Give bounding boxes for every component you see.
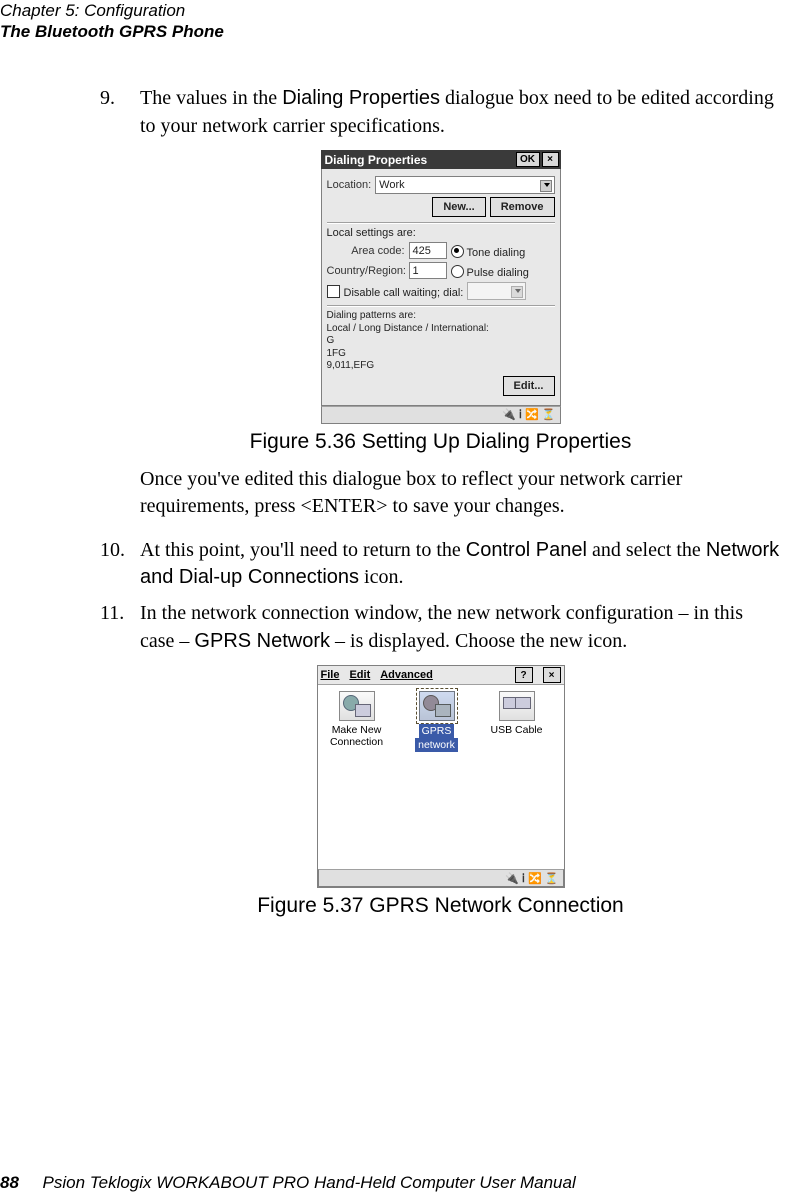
close-button[interactable]: × — [543, 667, 561, 683]
step-11-number: 11. — [100, 600, 140, 655]
page-number: 88 — [0, 1173, 19, 1192]
radio-unchecked-icon — [451, 265, 464, 278]
taskbar-536: 🔌 ⅰ 🔀 ⏳ — [321, 406, 561, 424]
content-area: 9. The values in the Dialing Properties … — [100, 85, 781, 930]
step-9-t1: The values in the — [140, 87, 282, 109]
page-footer: 88 Psion Teklogix WORKABOUT PRO Hand-Hel… — [0, 1173, 576, 1193]
remove-button[interactable]: Remove — [490, 197, 555, 217]
make-new-connection-label-1: Make New — [324, 724, 390, 736]
dialing-patterns-sub: Local / Long Distance / International: — [327, 323, 555, 336]
figure-536-caption: Figure 5.36 Setting Up Dialing Propertie… — [100, 430, 781, 454]
dialing-properties-term: Dialing Properties — [282, 87, 440, 109]
dialing-properties-title: Dialing Properties — [325, 153, 514, 167]
step-9: 9. The values in the Dialing Properties … — [100, 85, 781, 140]
figure-537-caption: Figure 5.37 GPRS Network Connection — [100, 894, 781, 918]
figure-537-wrap: File Edit Advanced ? × Make New Connecti… — [100, 665, 781, 888]
checkbox-unchecked-icon — [327, 285, 340, 298]
gprs-network-item[interactable]: GPRS network — [404, 691, 470, 752]
chapter-line: Chapter 5: Configuration — [0, 0, 224, 21]
gprs-network-label-1: GPRS — [419, 724, 455, 738]
make-new-connection-item[interactable]: Make New Connection — [324, 691, 390, 748]
step-10-body: At this point, you'll need to return to … — [140, 537, 781, 592]
usb-cable-label: USB Cable — [484, 724, 550, 736]
section-line: The Bluetooth GPRS Phone — [0, 21, 224, 42]
chevron-down-icon — [544, 183, 550, 187]
new-button[interactable]: New... — [432, 197, 485, 217]
menu-advanced[interactable]: Advanced — [380, 669, 433, 681]
dialing-patterns-header: Dialing patterns are: — [327, 310, 555, 323]
pulse-dialing-radio[interactable]: Pulse dialing — [451, 263, 529, 279]
step-11: 11. In the network connection window, th… — [100, 600, 781, 655]
dialing-pattern-1: G — [327, 335, 555, 348]
menu-edit[interactable]: Edit — [349, 669, 370, 681]
step-11-body: In the network connection window, the ne… — [140, 600, 781, 655]
disable-call-waiting-label: Disable call waiting; dial: — [344, 287, 464, 299]
separator-2 — [327, 305, 555, 307]
control-panel-term: Control Panel — [466, 539, 587, 561]
gprs-network-term: GPRS Network — [194, 630, 330, 652]
dialing-pattern-2: 1FG — [327, 348, 555, 361]
post-fig536-text: Once you've edited this dialogue box to … — [140, 468, 682, 518]
chevron-down-icon — [515, 289, 521, 293]
dialing-properties-client: Location: Work New... Remove Local setti… — [321, 169, 561, 406]
new-connection-icon — [339, 691, 375, 721]
dialing-pattern-3: 9,011,EFG — [327, 360, 555, 373]
step-10-number: 10. — [100, 537, 140, 592]
gprs-network-icon — [419, 691, 455, 721]
step-11-t2: – is displayed. Choose the new icon. — [330, 630, 627, 652]
step-10-t1: At this point, you'll need to return to … — [140, 539, 466, 561]
edit-button[interactable]: Edit... — [503, 376, 555, 396]
footer-title: Psion Teklogix WORKABOUT PRO Hand-Held C… — [43, 1173, 576, 1192]
menubar: File Edit Advanced ? × — [318, 666, 564, 685]
make-new-connection-label-2: Connection — [324, 736, 390, 748]
pulse-dialing-label: Pulse dialing — [467, 267, 529, 279]
connections-pane: Make New Connection GPRS network USB Cab… — [318, 685, 564, 869]
dialing-properties-window: Dialing Properties OK × Location: Work N… — [321, 150, 561, 424]
tone-dialing-radio[interactable]: Tone dialing — [451, 243, 526, 259]
location-value: Work — [379, 179, 404, 191]
usb-cable-icon — [499, 691, 535, 721]
step-10-t2: and select the — [587, 539, 706, 561]
call-waiting-dial-select[interactable] — [467, 282, 526, 300]
ok-button[interactable]: OK — [516, 152, 540, 167]
post-fig536-paragraph: Once you've edited this dialogue box to … — [140, 466, 781, 521]
country-region-input[interactable]: 1 — [409, 262, 447, 279]
page: Chapter 5: Configuration The Bluetooth G… — [0, 0, 793, 1197]
local-settings-label: Local settings are: — [327, 227, 555, 239]
area-code-input[interactable]: 425 — [409, 242, 447, 259]
menu-file[interactable]: File — [321, 669, 340, 681]
location-select[interactable]: Work — [375, 176, 554, 194]
radio-checked-icon — [451, 245, 464, 258]
dialing-patterns-block: Dialing patterns are: Local / Long Dista… — [327, 310, 555, 373]
network-connections-window: File Edit Advanced ? × Make New Connecti… — [317, 665, 565, 888]
area-code-label: Area code: — [327, 245, 405, 257]
tray-icons: 🔌 ⅰ 🔀 ⏳ — [502, 408, 555, 421]
close-button[interactable]: × — [542, 152, 559, 167]
disable-call-waiting-checkbox[interactable]: Disable call waiting; dial: — [327, 283, 464, 299]
location-label: Location: — [327, 179, 372, 191]
figure-536-wrap: Dialing Properties OK × Location: Work N… — [100, 150, 781, 424]
step-10: 10. At this point, you'll need to return… — [100, 537, 781, 592]
help-button[interactable]: ? — [515, 667, 533, 683]
step-9-body: The values in the Dialing Properties dia… — [140, 85, 781, 140]
gprs-network-label-2: network — [415, 738, 458, 752]
dialing-properties-titlebar: Dialing Properties OK × — [321, 150, 561, 169]
step-9-number: 9. — [100, 85, 140, 140]
page-header: Chapter 5: Configuration The Bluetooth G… — [0, 0, 224, 43]
taskbar-537: 🔌 ⅰ 🔀 ⏳ — [318, 869, 564, 887]
separator-1 — [327, 222, 555, 224]
tone-dialing-label: Tone dialing — [467, 247, 526, 259]
usb-cable-item[interactable]: USB Cable — [484, 691, 550, 736]
step-10-t3: icon. — [359, 566, 403, 588]
country-region-label: Country/Region: — [327, 265, 405, 277]
tray-icons: 🔌 ⅰ 🔀 ⏳ — [505, 872, 558, 885]
